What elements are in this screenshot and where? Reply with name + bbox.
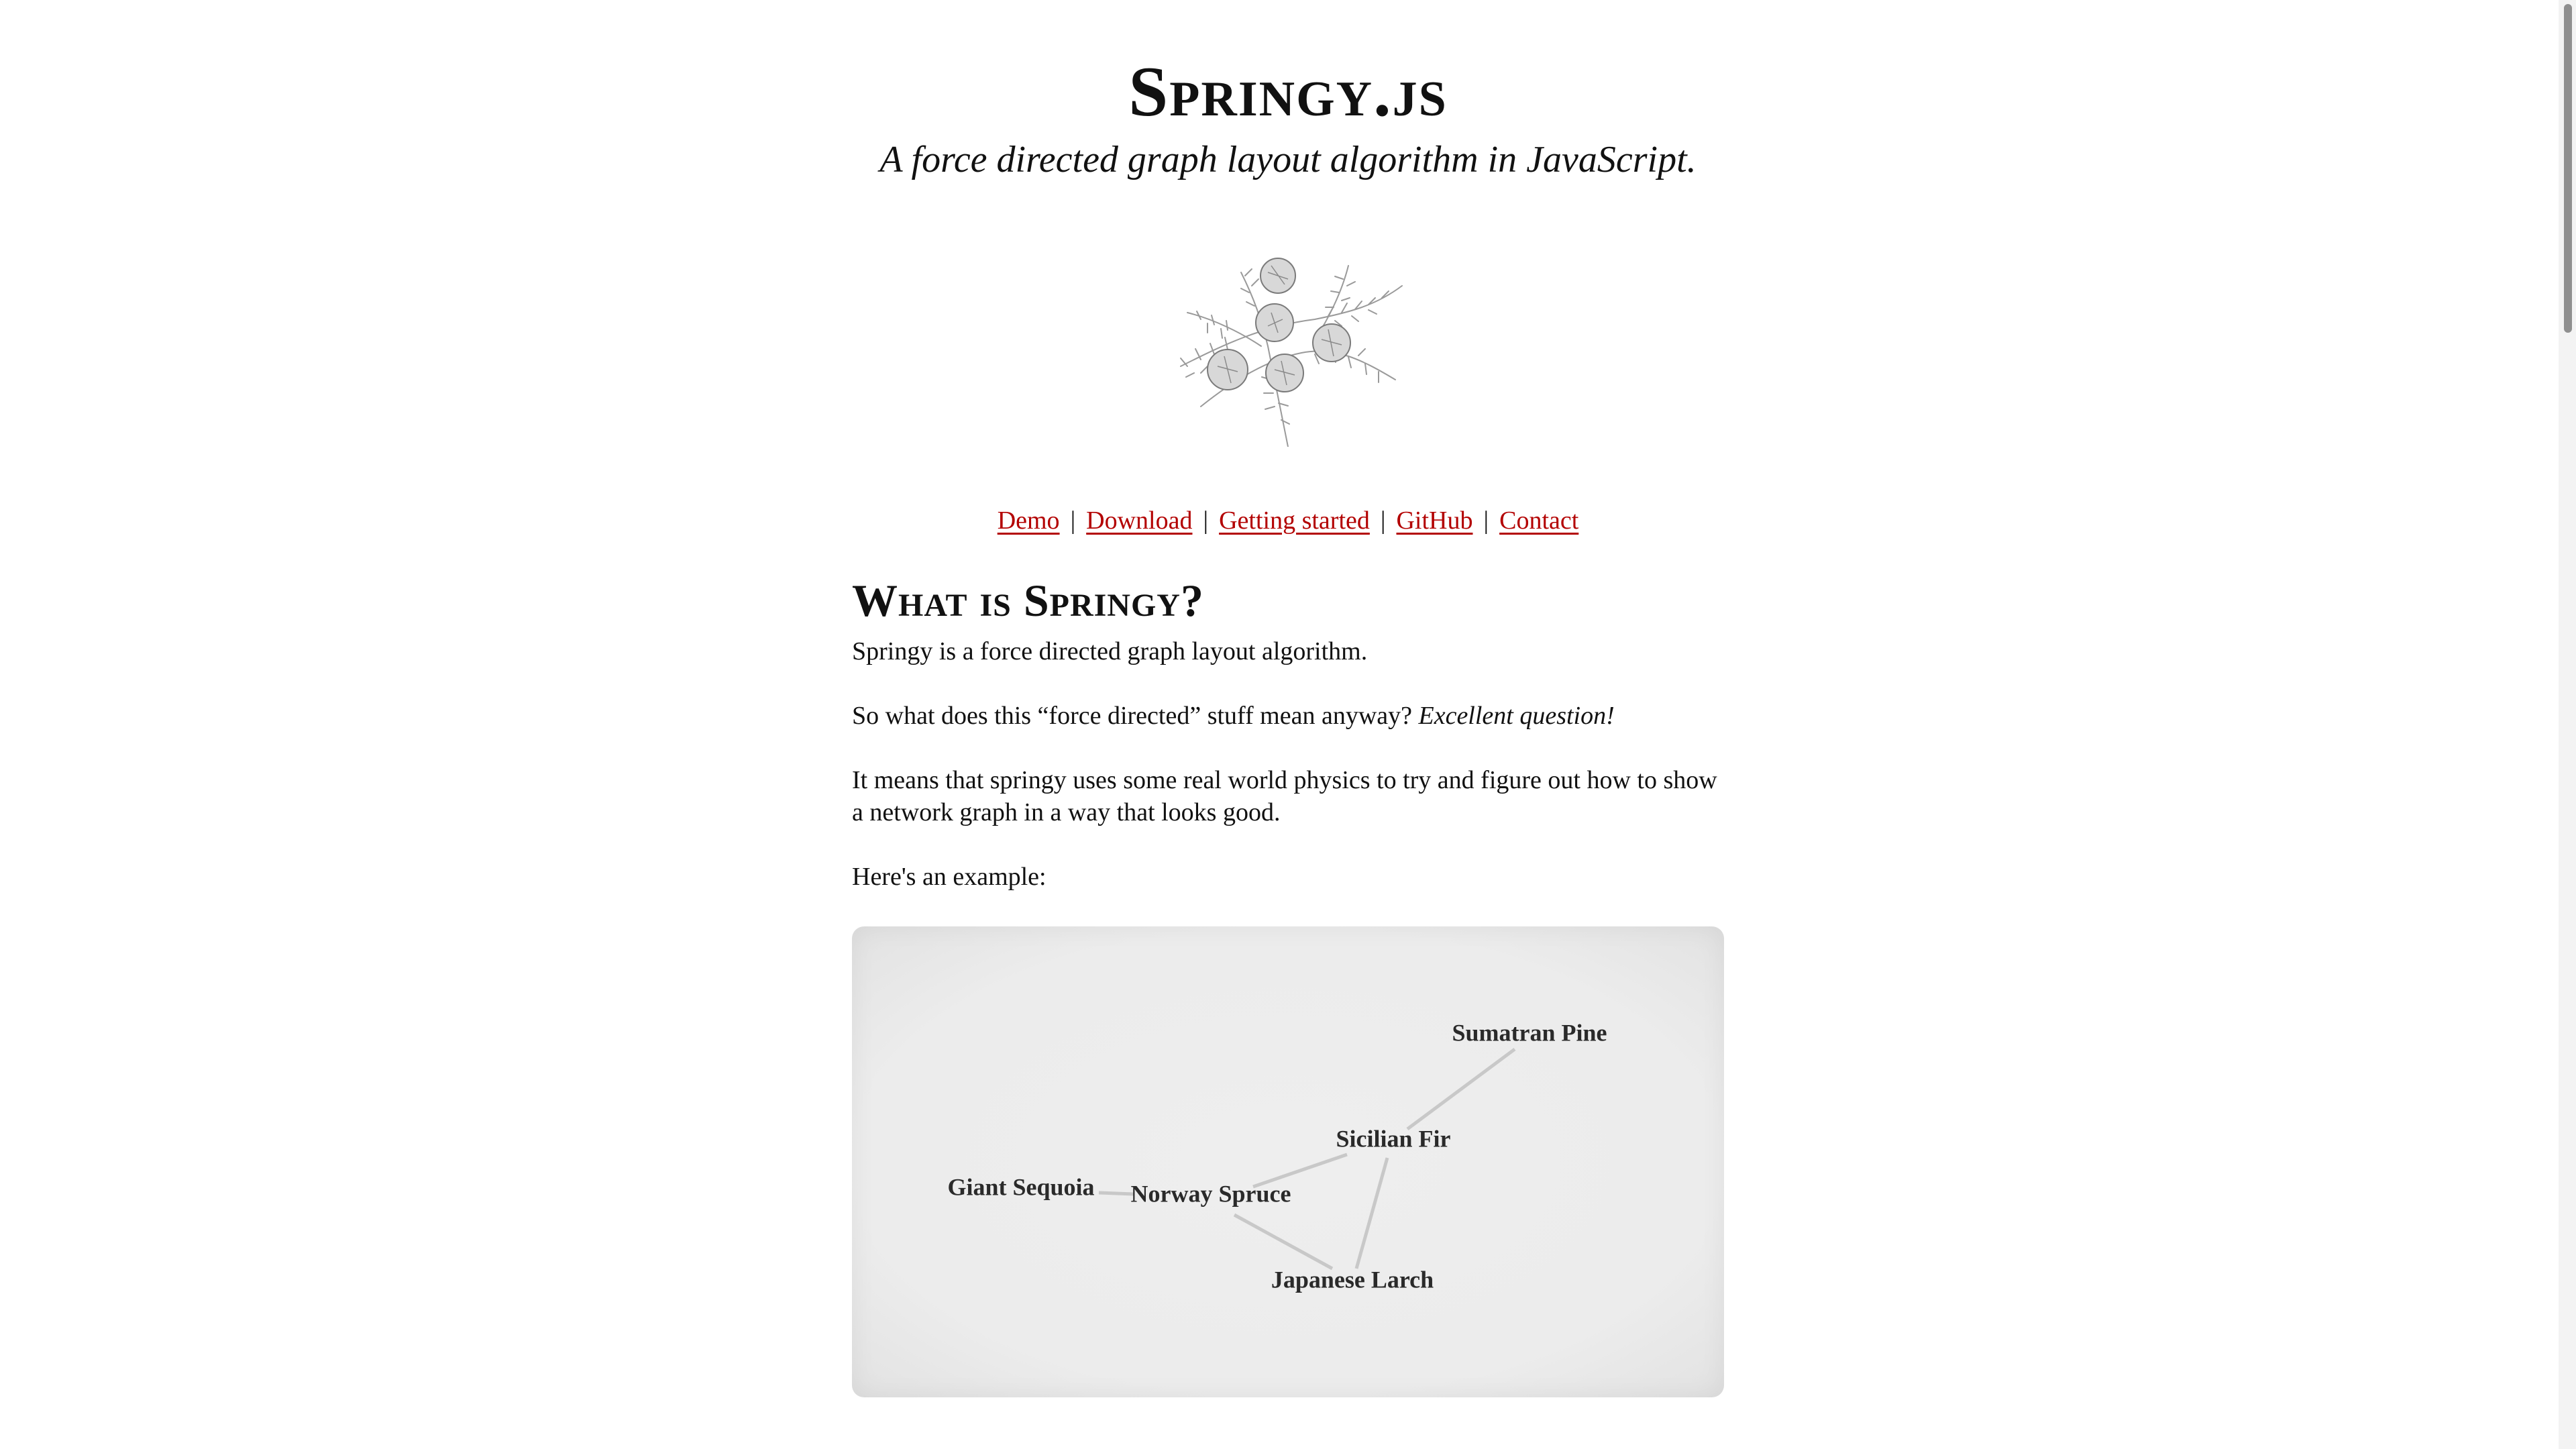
- nav-separator: |: [1203, 506, 1209, 535]
- nav-link-github[interactable]: GitHub: [1396, 506, 1472, 535]
- graph-edge-sicilian-larch: [1354, 1157, 1389, 1269]
- scrollbar-thumb[interactable]: [2564, 4, 2572, 333]
- scrollbar[interactable]: [2559, 0, 2576, 1449]
- cypress-branch-icon: [1161, 246, 1415, 447]
- nav-separator: |: [1483, 506, 1489, 535]
- nav-link-download[interactable]: Download: [1086, 506, 1192, 535]
- explanation-paragraph: It means that springy uses some real wor…: [852, 765, 1717, 826]
- graph-edge-sumatran-sicilian: [1406, 1047, 1516, 1130]
- graph-node-norway[interactable]: Norway Spruce: [1131, 1180, 1291, 1207]
- graph-node-larch[interactable]: Japanese Larch: [1271, 1266, 1434, 1293]
- nav-link-getting-started[interactable]: Getting started: [1219, 506, 1370, 535]
- main-nav: Demo | Download | Getting started | GitHub | Con…: [852, 506, 1724, 535]
- nav-link-contact[interactable]: Contact: [1499, 506, 1578, 535]
- graph-node-sequoia[interactable]: Giant Sequoia: [947, 1173, 1094, 1200]
- nav-separator: |: [1070, 506, 1076, 535]
- intro-paragraph: Springy is a force directed graph layout…: [852, 637, 1368, 665]
- section-heading: What is Springy?: [852, 575, 1204, 626]
- question-emphasis: Excellent question!: [1418, 701, 1615, 730]
- site-subtitle: A force directed graph layout algorithm …: [879, 139, 1697, 180]
- example-intro: Here's an example:: [852, 862, 1046, 891]
- page: Springy.js A force directed graph layout…: [0, 0, 2576, 1449]
- nav-link-demo[interactable]: Demo: [998, 506, 1060, 535]
- question-paragraph: So what does this “force directed” stuff…: [852, 700, 1724, 732]
- graph-node-sumatran[interactable]: Sumatran Pine: [1452, 1019, 1607, 1046]
- graph-edge-sequoia-norway: [1098, 1191, 1134, 1196]
- graph-demo-canvas[interactable]: Sumatran Pine Sicilian Fir Giant Sequoia No…: [852, 926, 1724, 1397]
- graph-node-sicilian[interactable]: Sicilian Fir: [1336, 1125, 1451, 1152]
- main-container: Springy.js A force directed graph layout…: [852, 0, 1724, 1397]
- nav-separator: |: [1380, 506, 1386, 535]
- graph-edge-norway-larch: [1233, 1213, 1334, 1270]
- graph-svg: Sumatran Pine Sicilian Fir Giant Sequoia No…: [947, 1019, 1607, 1293]
- site-title: Springy.js: [1128, 52, 1448, 131]
- question-text: So what does this “force directed” stuff…: [852, 701, 1412, 730]
